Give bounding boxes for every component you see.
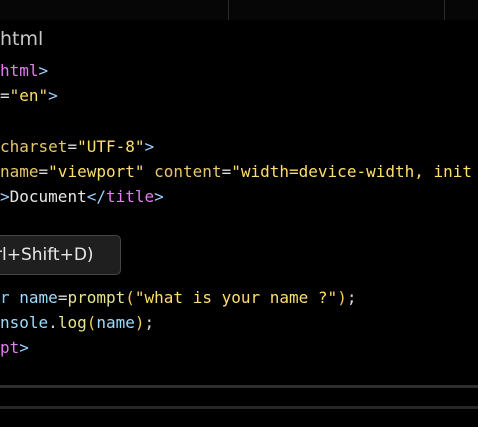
js-operator: = — [57, 288, 68, 307]
code-line[interactable]: r name=prompt("what is your name ?"); — [0, 285, 356, 310]
breadcrumb-item[interactable]: html — [0, 28, 43, 50]
attr-name: name — [0, 162, 39, 181]
attr-equals: = — [67, 137, 78, 156]
code-line[interactable]: >Document</title> — [0, 184, 164, 209]
attr-name: charset — [0, 137, 68, 156]
code-line[interactable]: ="en"> — [0, 83, 58, 108]
tag-bracket: </ — [86, 187, 106, 206]
panel-divider — [0, 406, 478, 409]
js-semicolon: ; — [144, 313, 155, 332]
tag-bracket: > — [38, 61, 49, 80]
attr-equals: = — [221, 162, 232, 181]
attr-value: "UTF-8" — [77, 137, 145, 156]
attr-equals: = — [0, 86, 10, 105]
panel-divider — [0, 385, 478, 388]
keyboard-shortcut-tooltip: rl+Shift+D) — [0, 235, 121, 275]
tab-separator — [228, 0, 229, 20]
attr-name: content — [154, 162, 222, 181]
code-line[interactable]: charset="UTF-8"> — [0, 134, 154, 159]
editor-tab-bar — [0, 0, 478, 20]
title-text: Document — [9, 187, 87, 206]
js-dot: . — [48, 313, 58, 332]
html-tag-name: pt — [0, 338, 20, 357]
tab-separator — [444, 0, 445, 20]
js-keyword: r — [0, 288, 10, 307]
js-paren: ( — [125, 288, 135, 307]
code-line[interactable]: html> — [0, 58, 48, 83]
js-variable: name — [19, 288, 58, 307]
js-method: log — [57, 313, 87, 332]
attr-value: "en" — [9, 86, 49, 105]
js-semicolon: ; — [346, 288, 357, 307]
tooltip-text: rl+Shift+D) — [0, 245, 94, 265]
js-paren: ) — [337, 288, 347, 307]
breadcrumb[interactable]: html — [0, 26, 43, 52]
tag-bracket: > — [0, 187, 10, 206]
html-tag-name: title — [105, 187, 155, 206]
code-line[interactable]: name="viewport" content="width=device-wi… — [0, 159, 472, 184]
attr-equals: = — [38, 162, 49, 181]
code-line[interactable]: nsole.log(name); — [0, 310, 154, 335]
js-function: prompt — [67, 288, 126, 307]
js-object: nsole — [0, 313, 49, 332]
js-paren: ( — [86, 313, 97, 332]
html-tag-name: html — [0, 61, 39, 80]
attr-value: "viewport" — [48, 162, 145, 181]
attr-value: "width=device-width, init — [231, 162, 473, 181]
tag-bracket: > — [144, 137, 155, 156]
tag-bracket: > — [48, 86, 58, 105]
js-argument: name — [96, 313, 135, 332]
tag-bracket: > — [19, 338, 29, 357]
tag-bracket: > — [154, 187, 164, 206]
js-paren: ) — [134, 313, 145, 332]
code-line[interactable]: pt> — [0, 335, 29, 360]
js-string: "what is your name ?" — [134, 288, 338, 307]
